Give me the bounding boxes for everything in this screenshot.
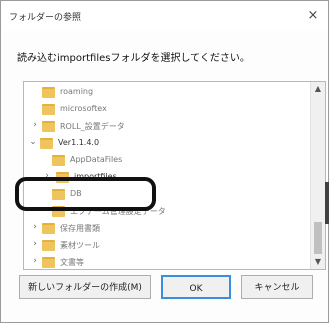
tree-item[interactable]: › 保存用書類 bbox=[24, 220, 304, 238]
tree-item-label: Ver1.1.4.0 bbox=[58, 138, 100, 147]
folder-browse-dialog: フォルダーの参照 × 読み込むimportfilesフォルダを選択してください。… bbox=[0, 0, 329, 323]
tree-item[interactable]: roaming bbox=[24, 84, 304, 102]
tree-item[interactable]: AppDataFiles bbox=[24, 152, 304, 170]
tree-item-label: 文書等 bbox=[60, 258, 84, 267]
folder-icon bbox=[42, 104, 55, 115]
tree-item-label: AppDataFiles bbox=[70, 155, 123, 164]
tree-item-label: ROLL_設置データ bbox=[60, 122, 125, 131]
instruction-text: 読み込むimportfilesフォルダを選択してください。 bbox=[17, 53, 250, 64]
background-window-edge bbox=[325, 182, 329, 224]
title-bar: フォルダーの参照 × bbox=[1, 1, 328, 31]
new-folder-button[interactable]: 新しいフォルダーの作成(M) bbox=[19, 275, 151, 299]
tree-item-label: 保存用書類 bbox=[60, 224, 100, 233]
close-icon[interactable]: × bbox=[304, 7, 322, 25]
vertical-scrollbar[interactable]: ▲ ▼ bbox=[310, 82, 325, 269]
tree-item[interactable]: microsoftex bbox=[24, 101, 304, 119]
folder-icon bbox=[42, 121, 55, 132]
tree-item[interactable]: › ROLL_設置データ bbox=[24, 118, 304, 136]
expander-icon[interactable]: › bbox=[30, 256, 40, 266]
tree-item[interactable]: ⌄ Ver1.1.4.0 bbox=[24, 135, 304, 153]
folder-icon bbox=[52, 155, 65, 166]
folder-icon bbox=[42, 223, 55, 234]
scroll-thumb[interactable] bbox=[314, 222, 322, 254]
cancel-button[interactable]: キャンセル bbox=[241, 275, 313, 299]
annotation-highlight-ring bbox=[15, 177, 156, 211]
tree-item-label: 素材ツール bbox=[60, 241, 100, 250]
folder-tree[interactable]: roaming microsoftex › ROLL_設置データ ⌄ Ver1.… bbox=[23, 81, 326, 270]
folder-icon bbox=[42, 87, 55, 98]
expander-icon[interactable]: › bbox=[30, 239, 40, 249]
folder-icon bbox=[42, 240, 55, 251]
scroll-up-icon[interactable]: ▲ bbox=[311, 82, 325, 96]
expander-icon[interactable]: › bbox=[30, 222, 40, 232]
tree-item-label: microsoftex bbox=[60, 104, 107, 113]
expander-icon[interactable]: ⌄ bbox=[28, 137, 38, 147]
tree-item[interactable]: › 素材ツール bbox=[24, 237, 304, 255]
scroll-down-icon[interactable]: ▼ bbox=[311, 255, 325, 269]
expander-icon[interactable]: › bbox=[30, 120, 40, 130]
tree-item-label: roaming bbox=[60, 87, 94, 96]
folder-icon bbox=[42, 257, 55, 268]
folder-icon bbox=[40, 138, 53, 149]
dialog-title: フォルダーの参照 bbox=[9, 13, 82, 23]
ok-button[interactable]: OK bbox=[161, 275, 231, 299]
tree-item[interactable]: › 文書等 bbox=[24, 254, 304, 269]
